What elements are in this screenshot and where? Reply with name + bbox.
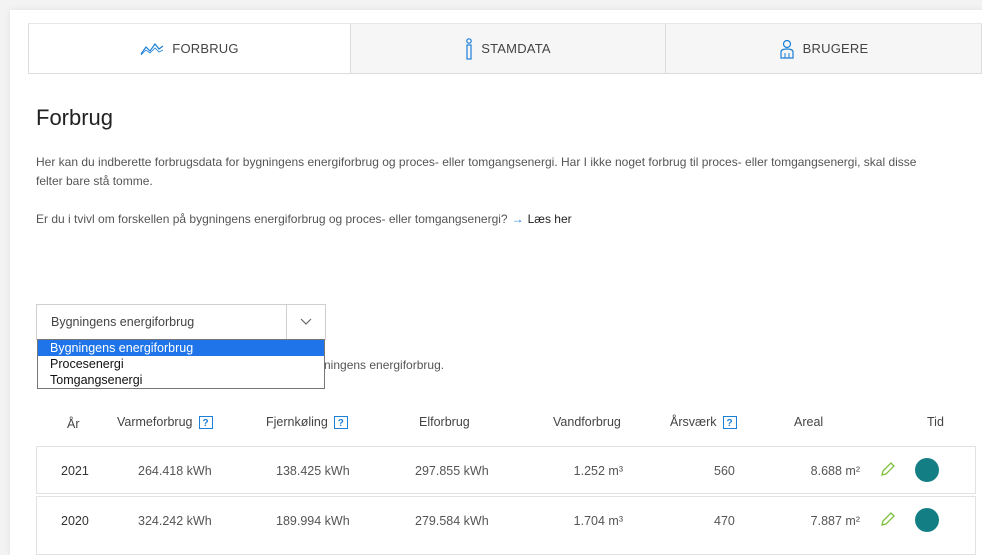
header-elec: Elforbrug — [419, 415, 470, 429]
header-area: Areal — [794, 415, 824, 429]
status-dot — [915, 458, 939, 482]
info-icon — [465, 37, 473, 60]
table-row[interactable]: 2020 324.242 kWh 189.994 kWh 279.584 kWh… — [36, 496, 976, 555]
tab-bar: FORBRUG STAMDATA BRUGERE — [28, 23, 982, 74]
chart-line-icon — [140, 42, 164, 56]
cell-staff: 470 — [714, 514, 735, 528]
edit-pencil-icon[interactable] — [879, 510, 897, 531]
energy-type-dropdown: Bygningens energiforbrug Procesenergi To… — [37, 339, 325, 389]
header-water: Vandforbrug — [553, 415, 621, 429]
edit-pencil-icon[interactable] — [879, 460, 897, 481]
energy-type-select-value: Bygningens energiforbrug — [51, 315, 195, 329]
tab-brugere[interactable]: BRUGERE — [666, 24, 982, 73]
tab-forbrug-label: FORBRUG — [172, 41, 239, 56]
help-icon[interactable]: ? — [333, 415, 348, 429]
help-question-text: Er du i tvivl om forskellen på bygningen… — [36, 212, 508, 226]
energy-type-select[interactable]: Bygningens energiforbrug — [36, 304, 326, 340]
cell-heat: 264.418 kWh — [138, 464, 212, 478]
intro-text: Her kan du indberette forbrugsdata for b… — [36, 155, 917, 188]
cell-year: 2020 — [61, 514, 89, 528]
cell-cooling: 138.425 kWh — [276, 464, 350, 478]
header-time: Tid — [927, 415, 944, 429]
users-icon — [779, 39, 795, 59]
cell-area: 8.688 m² — [810, 464, 860, 478]
cell-water: 1.252 m³ — [573, 464, 623, 478]
arrow-right-icon: → — [511, 212, 524, 226]
tab-stamdata-label: STAMDATA — [481, 41, 551, 56]
table-row[interactable]: 2021 264.418 kWh 138.425 kWh 297.855 kWh… — [36, 446, 976, 494]
help-icon[interactable]: ? — [722, 415, 737, 429]
header-staff: Årsværk? — [670, 415, 737, 429]
cell-area: 7.887 m² — [810, 514, 860, 528]
option-procesenergi[interactable]: Procesenergi — [38, 356, 324, 372]
header-heat: Varmeforbrug? — [117, 415, 213, 429]
cell-elec: 297.855 kWh — [415, 464, 489, 478]
cell-heat: 324.242 kWh — [138, 514, 212, 528]
cell-cooling: 189.994 kWh — [276, 514, 350, 528]
selection-description: ningens energiforbrug. — [324, 358, 445, 372]
header-cooling: Fjernkøling? — [266, 415, 348, 429]
cell-water: 1.704 m³ — [573, 514, 623, 528]
tab-brugere-label: BRUGERE — [802, 41, 869, 56]
cell-staff: 560 — [714, 464, 735, 478]
chevron-down-icon[interactable] — [286, 305, 325, 339]
status-dot — [915, 508, 939, 532]
read-more-link[interactable]: Læs her — [528, 212, 572, 226]
table-header: År Varmeforbrug? Fjernkøling? Elforbrug … — [36, 407, 966, 437]
help-question: Er du i tvivl om forskellen på bygningen… — [36, 210, 936, 229]
page-title: Forbrug — [36, 105, 114, 130]
help-icon[interactable]: ? — [198, 415, 213, 429]
header-cooling-label: Fjernkøling — [266, 415, 328, 429]
option-bygningens-energiforbrug[interactable]: Bygningens energiforbrug — [38, 340, 324, 356]
header-year: År — [67, 417, 80, 431]
option-tomgangsenergi[interactable]: Tomgangsenergi — [38, 372, 324, 388]
cell-elec: 279.584 kWh — [415, 514, 489, 528]
tab-forbrug[interactable]: FORBRUG — [28, 24, 351, 73]
header-staff-label: Årsværk — [670, 415, 717, 429]
tab-stamdata[interactable]: STAMDATA — [351, 24, 666, 73]
cell-year: 2021 — [61, 464, 89, 478]
header-heat-label: Varmeforbrug — [117, 415, 193, 429]
